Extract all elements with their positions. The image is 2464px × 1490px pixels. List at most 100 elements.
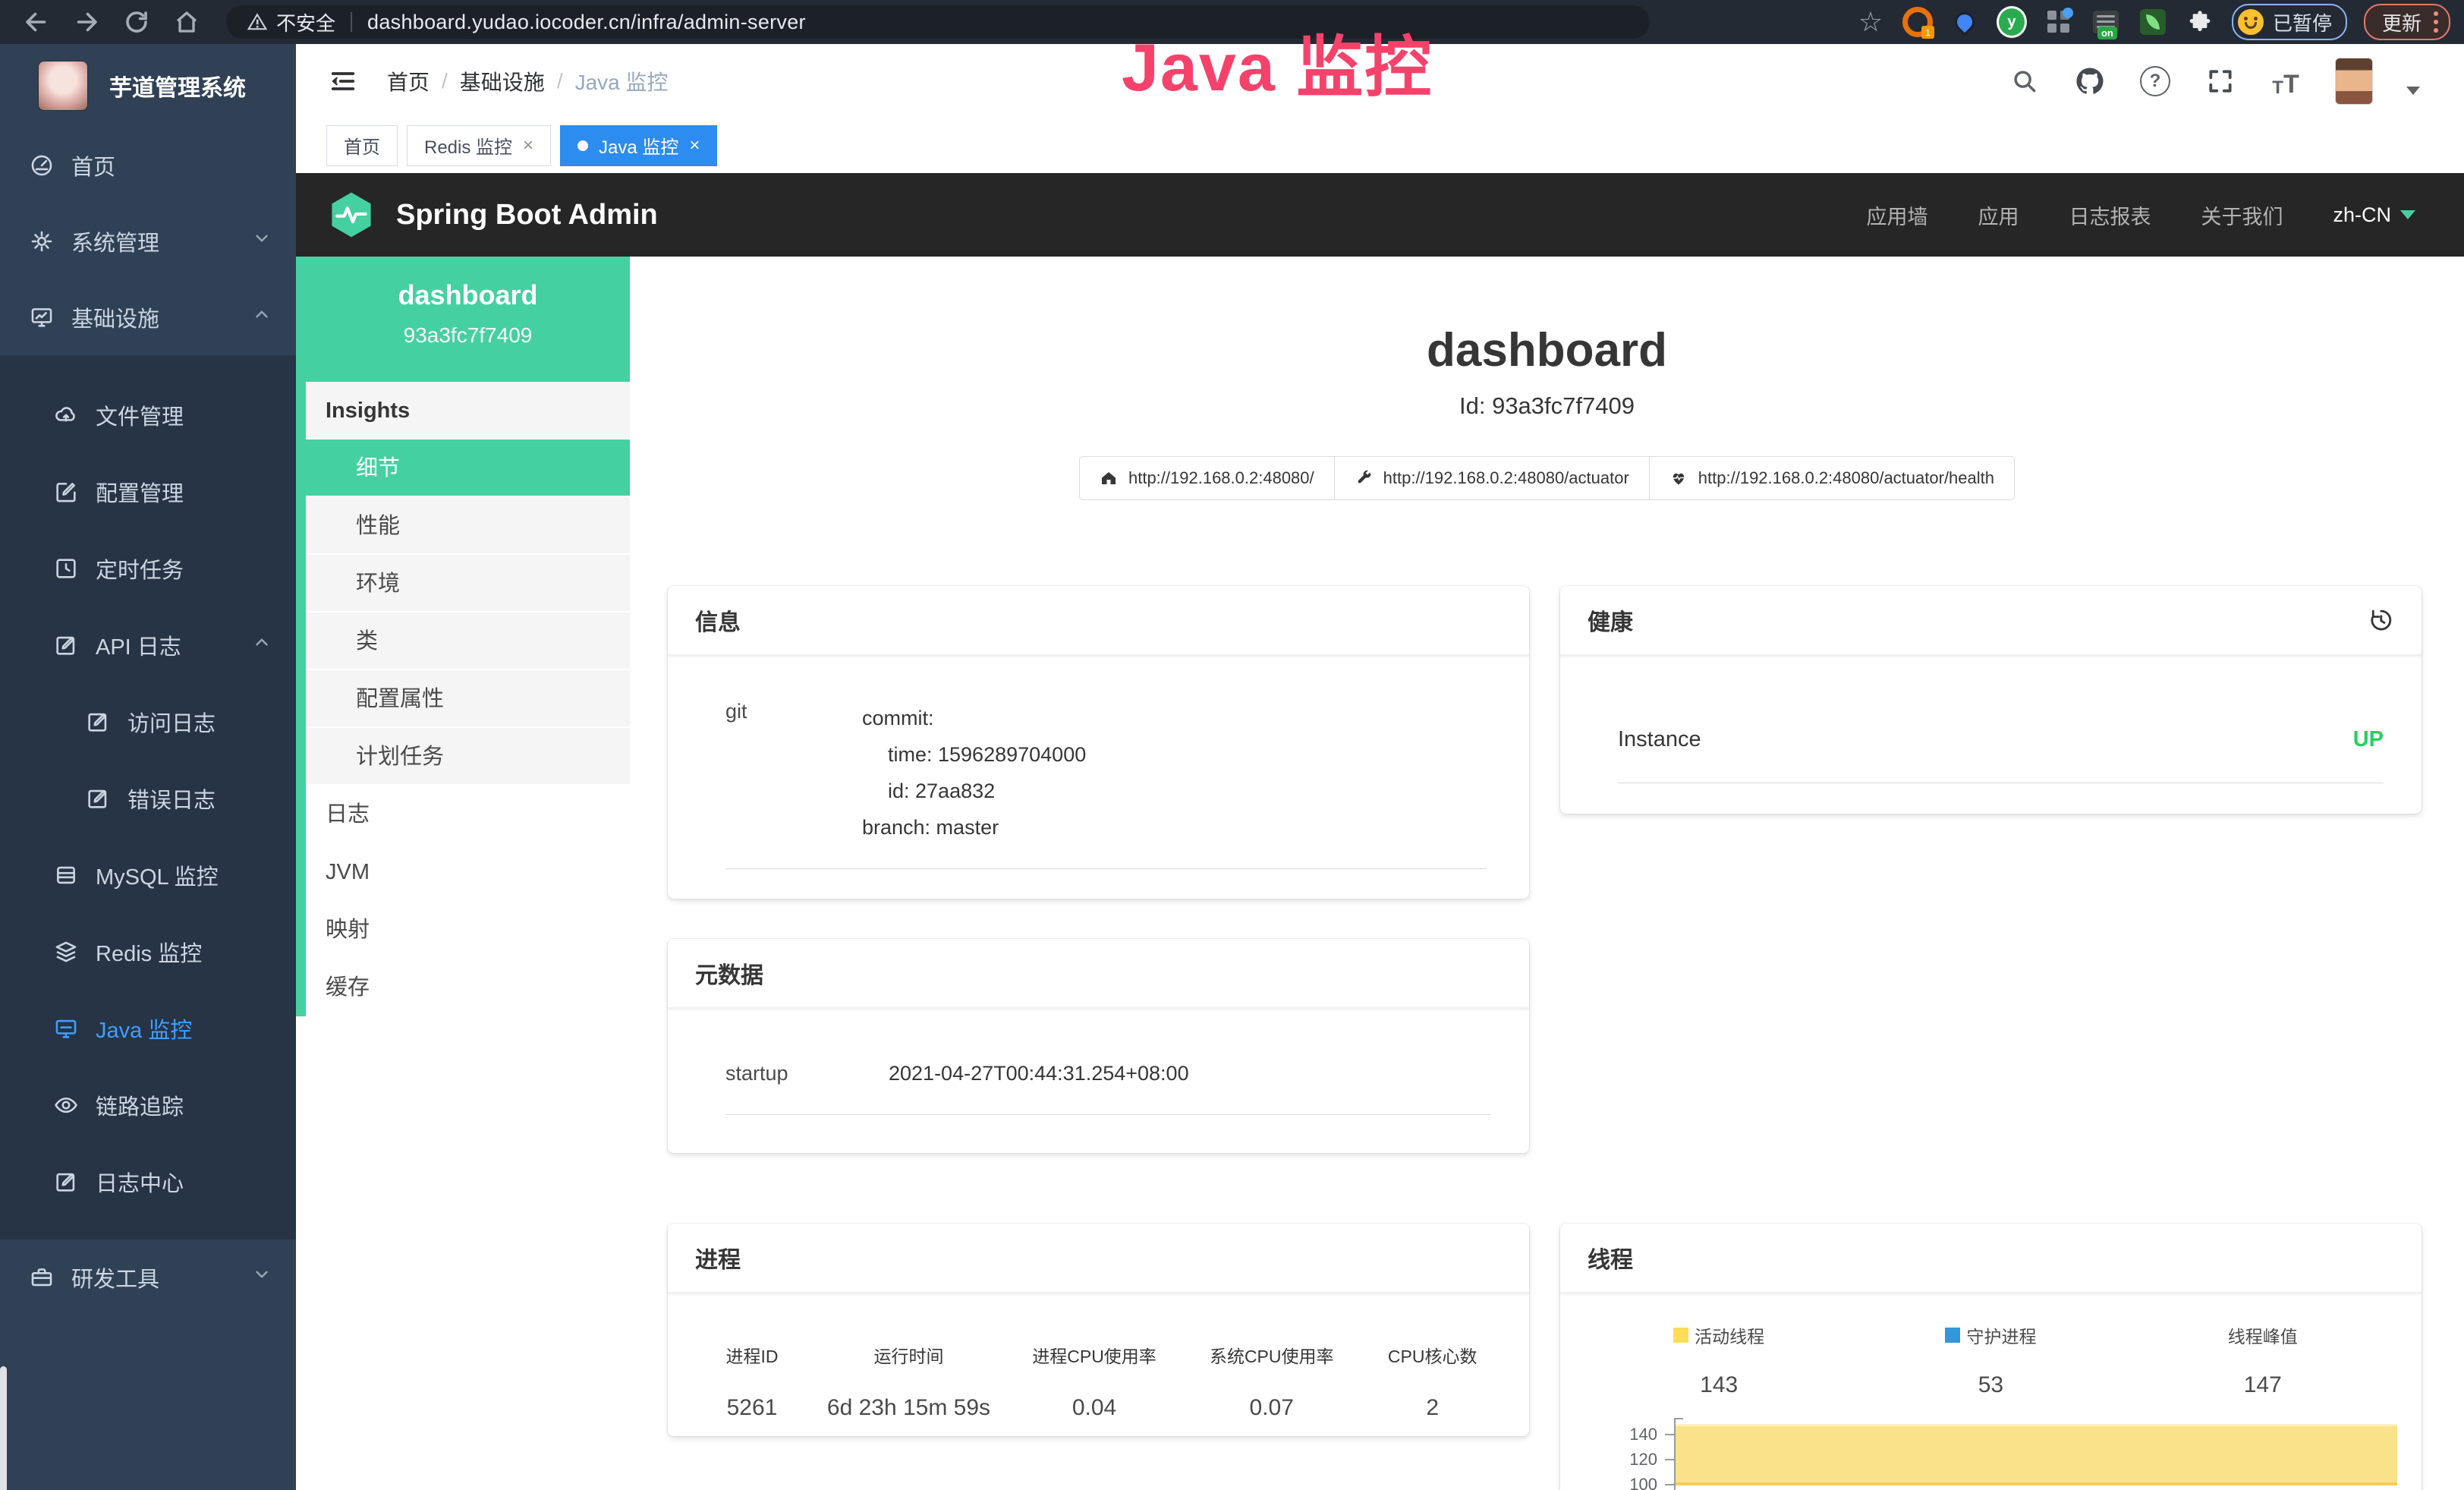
sba-nav-journal[interactable]: 日志报表 [2069, 200, 2151, 230]
app-logo-row[interactable]: 芋道管理系统 [0, 44, 296, 128]
sba-menu-metrics[interactable]: 性能 [306, 497, 630, 555]
browser-menu-icon[interactable] [2434, 11, 2438, 33]
sidebar-item-log-center[interactable]: 日志中心 [0, 1143, 296, 1220]
profile-emoji-avatar [2238, 9, 2264, 35]
process-col-pid: 进程ID [686, 1342, 818, 1368]
sba-nav-applications[interactable]: 应用 [1978, 200, 2019, 230]
help-icon[interactable]: ? [2139, 65, 2171, 97]
sba-nav: 应用墙 应用 日志报表 关于我们 zh-CN [1866, 200, 2415, 230]
sidebar-item-access-log[interactable]: 访问日志 [0, 683, 296, 760]
ext-grid-icon[interactable] [2044, 7, 2074, 37]
instance-title: dashboard [630, 323, 2464, 377]
extensions-puzzle-icon[interactable] [2185, 7, 2215, 37]
sidebar-item-error-log[interactable]: 错误日志 [0, 760, 296, 836]
sidebar-item-trace[interactable]: 链路追踪 [0, 1066, 296, 1143]
sba-menu-caches[interactable]: 缓存 [306, 959, 630, 1016]
breadcrumb-infra[interactable]: 基础设施 [460, 66, 545, 96]
gear-icon [29, 228, 55, 254]
card-threads: 线程 活动线程 143 守护进程 53 线程峰值 147 140 120 100 [1560, 1224, 2422, 1490]
user-menu-caret-icon[interactable] [2406, 87, 2420, 95]
ext-green-circle-icon[interactable]: y [1997, 7, 2027, 37]
home-icon[interactable] [173, 8, 200, 36]
process-table: 进程ID5261 运行时间6d 23h 15m 59s 进程CPU使用率0.04… [668, 1342, 1529, 1421]
health-url-button[interactable]: http://192.168.0.2:48080/actuator/health [1649, 456, 2015, 500]
back-icon[interactable] [23, 8, 50, 36]
sba-menu-details[interactable]: 细节 [306, 439, 630, 497]
sba-brand[interactable]: Spring Boot Admin [396, 199, 658, 232]
service-url-button[interactable]: http://192.168.0.2:48080/ [1079, 456, 1335, 500]
display-icon [53, 1016, 79, 1041]
process-col-uptime: 运行时间 [818, 1342, 999, 1368]
sba-instance-header[interactable]: dashboard 93a3fc7f7409 [306, 257, 630, 382]
monitor-icon [29, 304, 55, 330]
bookmark-star-icon[interactable]: ☆ [1855, 7, 1886, 37]
ext-pin-icon[interactable] [1949, 7, 1980, 37]
instance-id: 93a3fc7f7409 [306, 323, 630, 348]
actuator-url-button[interactable]: http://192.168.0.2:48080/actuator [1334, 456, 1650, 500]
sidebar-item-java-monitor[interactable]: Java 监控 [0, 990, 296, 1066]
sidebar-scrollbar[interactable] [0, 1366, 7, 1490]
tab-redis-monitor[interactable]: Redis 监控× [407, 125, 551, 166]
sba-menu-classes[interactable]: 类 [306, 613, 630, 670]
cloud-upload-icon [53, 402, 79, 428]
sidebar-submenu-infra: 文件管理 配置管理 定时任务 API 日志 访问日志 错误日志 [0, 355, 296, 1240]
history-icon[interactable] [2367, 606, 2394, 634]
fullscreen-icon[interactable] [2204, 65, 2236, 97]
sba-locale-select[interactable]: zh-CN [2333, 203, 2415, 227]
sidebar-item-job[interactable]: 定时任务 [0, 530, 296, 606]
sba-menu-environment[interactable]: 环境 [306, 555, 630, 613]
breadcrumb-home[interactable]: 首页 [387, 66, 430, 96]
sidebar-item-api-log[interactable]: API 日志 [0, 606, 296, 683]
tab-home[interactable]: 首页 [326, 125, 398, 166]
search-icon[interactable] [2009, 65, 2041, 97]
health-instance-row[interactable]: Instance UP [1618, 727, 2384, 783]
sba-menu-scheduled-tasks[interactable]: 计划任务 [306, 728, 630, 786]
update-label: 更新 [2382, 8, 2422, 36]
sba-nav-about[interactable]: 关于我们 [2201, 200, 2283, 230]
sba-menu: Insights 细节 性能 环境 类 配置属性 计划任务 日志 JVM 映射 … [306, 382, 630, 1016]
legend-daemon-value: 53 [1855, 1372, 2126, 1398]
profile-paused-badge[interactable]: 已暂停 [2232, 4, 2347, 40]
y-tick-100: 100 [1629, 1475, 1657, 1490]
ext-switch-on-icon[interactable]: on [2091, 7, 2121, 37]
sba-navbar: Spring Boot Admin 应用墙 应用 日志报表 关于我们 zh-CN [296, 173, 2464, 257]
instance-subtitle: Id: 93a3fc7f7409 [630, 392, 2464, 420]
sba-menu-config-props[interactable]: 配置属性 [306, 670, 630, 728]
sidebar-item-system[interactable]: 系统管理 [0, 203, 296, 279]
paused-label: 已暂停 [2273, 8, 2332, 36]
process-cpu: 0.04 [999, 1395, 1189, 1421]
user-avatar[interactable] [2335, 58, 2373, 105]
sba-menu-mappings[interactable]: 映射 [306, 901, 630, 959]
sba-menu-section-insights[interactable]: Insights [306, 382, 630, 439]
chevron-up-icon [252, 304, 272, 330]
threads-legend: 活动线程 143 守护进程 53 线程峰值 147 [1560, 1322, 2422, 1398]
sba-logo-icon[interactable] [326, 190, 376, 240]
close-icon[interactable]: × [523, 135, 533, 156]
forward-icon[interactable] [73, 8, 100, 36]
update-chrome-button[interactable]: 更新 [2364, 4, 2450, 40]
sidebar-item-config[interactable]: 配置管理 [0, 453, 296, 530]
ext-tampermonkey-icon[interactable]: 1 [1902, 7, 1933, 37]
app-logo-avatar [38, 61, 88, 111]
collapse-sidebar-icon[interactable] [328, 66, 358, 96]
process-col-cpu: 进程CPU使用率 [999, 1342, 1189, 1368]
close-icon[interactable]: × [689, 135, 700, 156]
font-size-icon[interactable]: TT [2270, 65, 2302, 97]
sidebar-item-devtools[interactable]: 研发工具 [0, 1240, 296, 1315]
tab-java-monitor[interactable]: Java 监控× [560, 125, 717, 166]
address-bar[interactable]: 不安全 dashboard.yudao.iocoder.cn/infra/adm… [226, 5, 1650, 39]
security-warning[interactable]: 不安全 [247, 8, 335, 36]
sidebar-item-home[interactable]: 首页 [0, 128, 296, 203]
sba-menu-jvm[interactable]: JVM [306, 843, 630, 901]
sidebar-item-redis[interactable]: Redis 监控 [0, 913, 296, 990]
github-icon[interactable] [2074, 65, 2106, 97]
ext-leaf-icon[interactable] [2138, 7, 2168, 37]
sidebar-item-infra[interactable]: 基础设施 [0, 279, 296, 355]
pencil-square-icon [85, 709, 111, 735]
sidebar-item-file[interactable]: 文件管理 [0, 376, 296, 453]
sidebar-item-mysql[interactable]: MySQL 监控 [0, 836, 296, 913]
sba-nav-wallboard[interactable]: 应用墙 [1866, 200, 1927, 230]
reload-icon[interactable] [123, 8, 150, 36]
breadcrumb-current: Java 监控 [575, 66, 669, 96]
sba-menu-logs[interactable]: 日志 [306, 786, 630, 843]
